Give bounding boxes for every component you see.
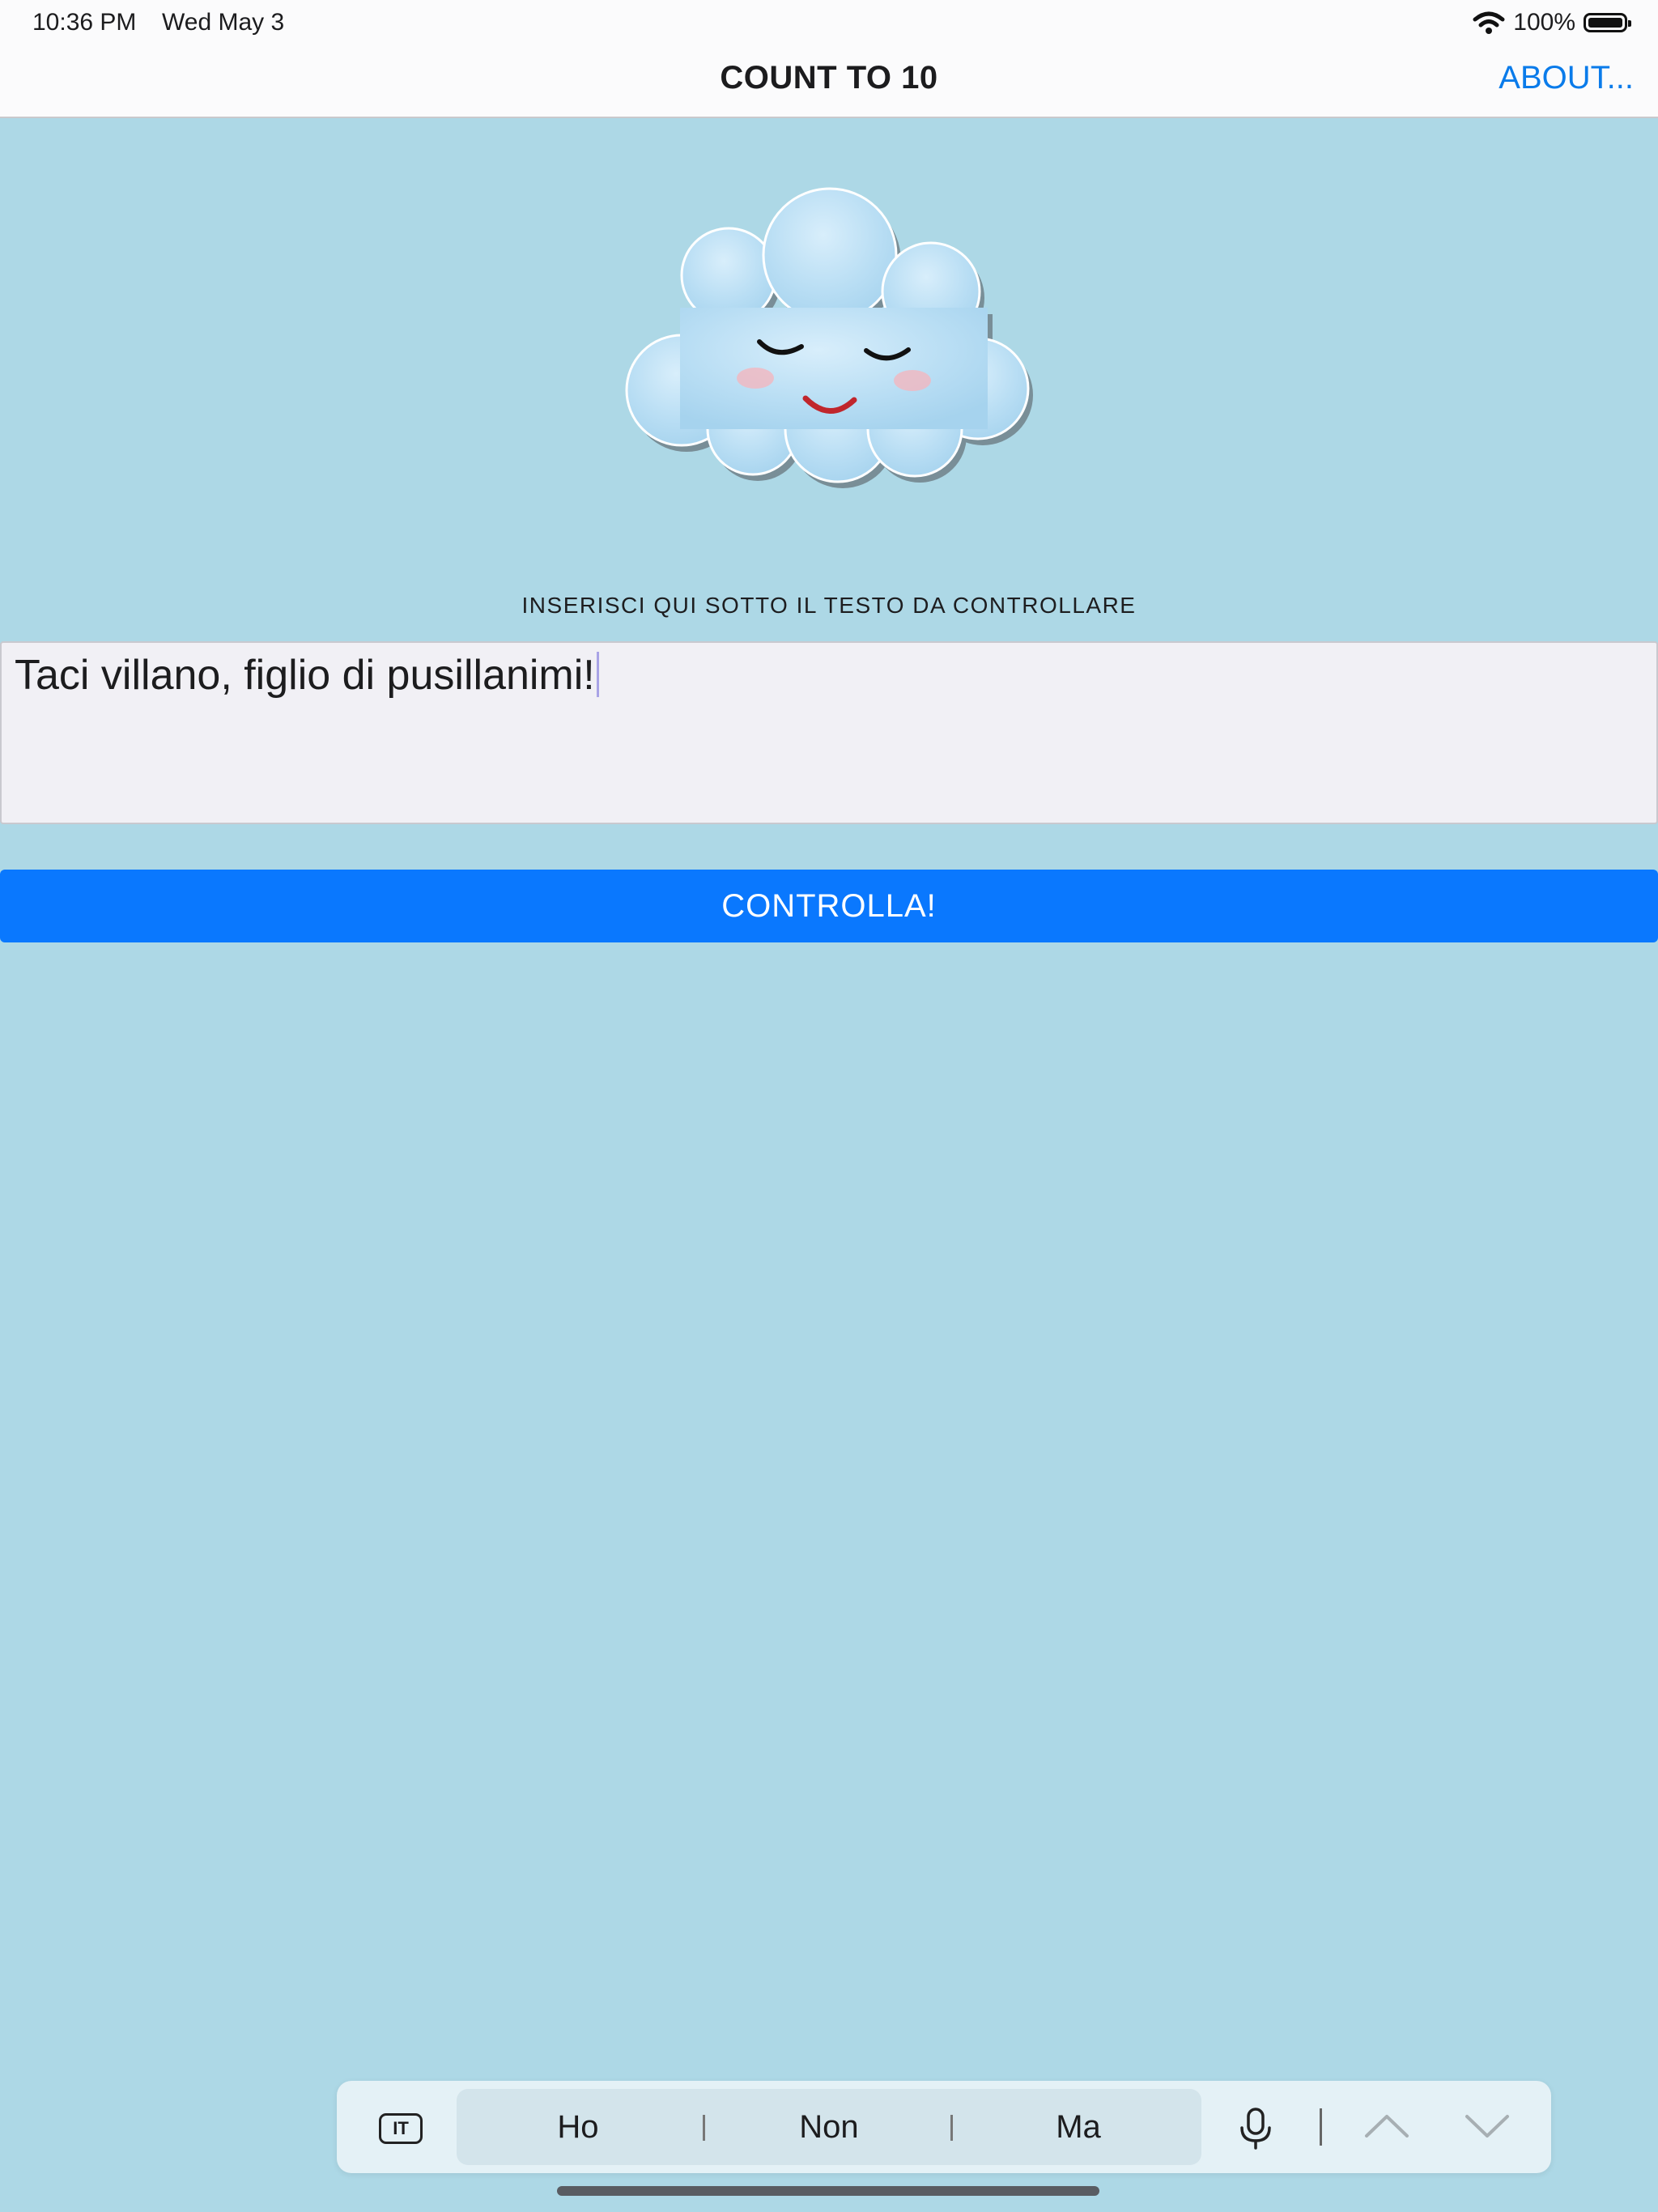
home-indicator[interactable] [557, 2186, 1099, 2196]
top-bar: 10:36 PM Wed May 3 100% COUNT TO 10 ABOU… [0, 0, 1658, 118]
keyboard-accessory-bar: IT Ho Non Ma [337, 2081, 1551, 2173]
suggestion-item[interactable]: Ho [457, 2089, 699, 2165]
toolbar-divider [1320, 2108, 1322, 2146]
suggestion-divider [950, 2115, 953, 2141]
status-time: 10:36 PM [32, 9, 137, 36]
chevron-up-icon[interactable] [1358, 2105, 1415, 2146]
battery-percentage: 100% [1513, 9, 1575, 36]
status-date: Wed May 3 [162, 9, 285, 36]
text-caret [596, 652, 599, 697]
microphone-icon[interactable] [1235, 2107, 1276, 2150]
text-input[interactable]: Taci villano, figlio di pusillanimi! [0, 641, 1658, 824]
about-button[interactable]: ABOUT... [1499, 58, 1634, 97]
suggestion-item[interactable]: Ma [957, 2089, 1200, 2165]
suggestion-item[interactable]: Non [708, 2089, 950, 2165]
battery-icon [1584, 13, 1631, 32]
cloud-illustration [599, 186, 1061, 494]
suggestion-divider [703, 2115, 705, 2141]
input-prompt-label: INSERISCI QUI SOTTO IL TESTO DA CONTROLL… [521, 593, 1137, 618]
page-title: COUNT TO 10 [720, 60, 938, 96]
text-input-value: Taci villano, figlio di pusillanimi! [15, 652, 595, 699]
wifi-icon [1473, 11, 1505, 34]
chevron-down-icon[interactable] [1459, 2105, 1516, 2146]
language-switch-button[interactable]: IT [379, 2113, 423, 2144]
suggestion-bar: Ho Non Ma [457, 2089, 1201, 2165]
status-indicators: 100% [1473, 6, 1631, 39]
check-button[interactable]: CONTROLLA! [0, 870, 1658, 942]
